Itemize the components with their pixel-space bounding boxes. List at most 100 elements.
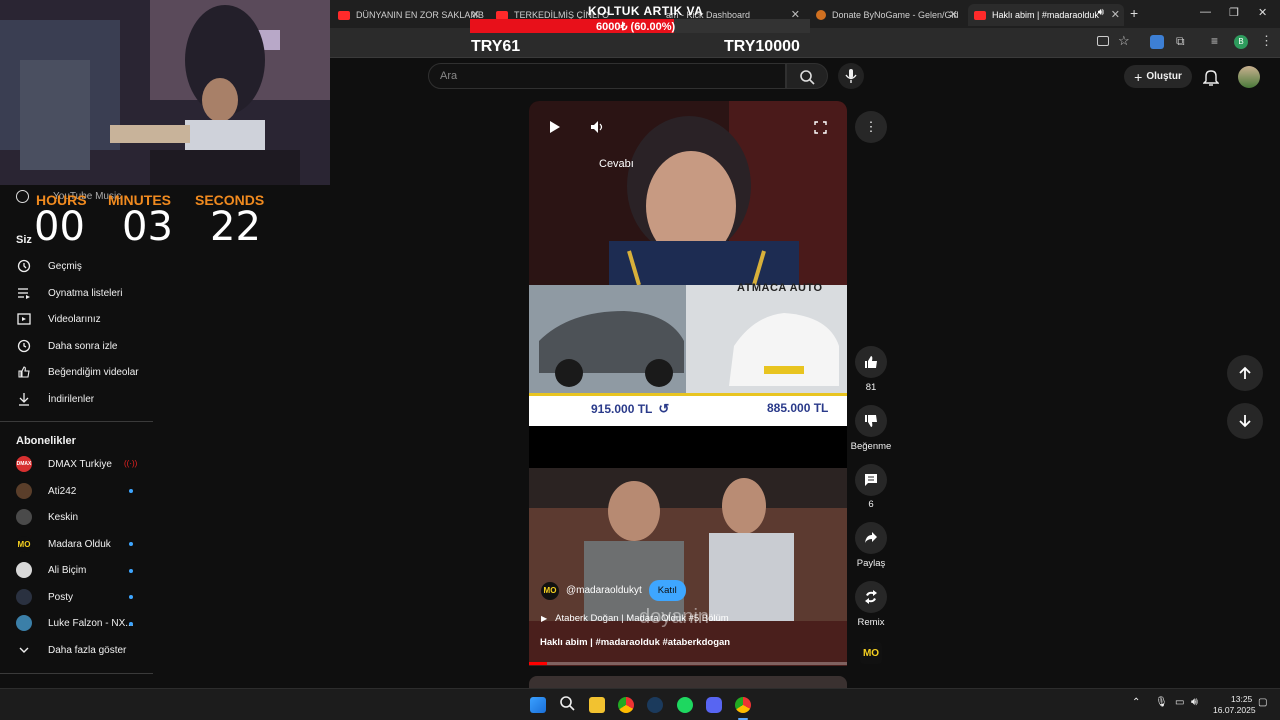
chrome-active-icon[interactable] bbox=[735, 697, 751, 713]
voice-search-button[interactable] bbox=[838, 63, 864, 89]
sidebar-item-downloads[interactable]: İndirilenler bbox=[16, 391, 94, 407]
clock-icon bbox=[16, 338, 32, 354]
windows-start-icon[interactable] bbox=[530, 697, 546, 713]
sidebar-item-label: DMAX Turkiye bbox=[48, 458, 112, 470]
price-left: 915.000 TL ↺ bbox=[591, 401, 670, 416]
minimize-button[interactable]: — bbox=[1200, 6, 1211, 18]
sidebar-sub-dmax[interactable]: DMAX DMAX Turkiye bbox=[16, 456, 112, 472]
tab-active-short[interactable]: Haklı abim | #madaraolduk 🔊︎ ✕ bbox=[968, 4, 1124, 26]
remix-label: Remix bbox=[857, 617, 885, 628]
account-avatar[interactable] bbox=[1238, 66, 1260, 88]
sidebar-item-label: Ali Biçim bbox=[48, 564, 87, 576]
create-button[interactable]: + Oluştur bbox=[1124, 65, 1192, 88]
search-button[interactable] bbox=[786, 63, 828, 89]
next-short-preview bbox=[529, 676, 847, 688]
spotify-icon[interactable] bbox=[677, 697, 693, 713]
mic-tray-icon[interactable]: 🎙︎ bbox=[1155, 697, 1168, 708]
sidebar-item-playlists[interactable]: Oynatma listeleri bbox=[16, 285, 122, 301]
install-icon[interactable] bbox=[1097, 36, 1109, 46]
progress-bar[interactable] bbox=[529, 662, 847, 665]
clock-date[interactable]: 16.07.2025 bbox=[1213, 705, 1256, 715]
taskbar-search-icon[interactable] bbox=[559, 695, 575, 716]
speaker-icon[interactable]: 🔊︎ bbox=[1098, 7, 1104, 18]
volume-tray-icon[interactable]: 🔊︎ bbox=[1191, 696, 1198, 709]
chrome-icon[interactable] bbox=[618, 697, 634, 713]
file-explorer-icon[interactable] bbox=[589, 697, 605, 713]
search-input[interactable]: Ara bbox=[428, 63, 786, 89]
sidebar-item-liked[interactable]: Beğendiğim videolar bbox=[16, 364, 139, 380]
sidebar-item-watch-later[interactable]: Daha sonra izle bbox=[16, 338, 117, 354]
channel-handle[interactable]: @madaraoldukyt bbox=[566, 585, 642, 596]
music-track[interactable]: ▶ Ataberk Doğan | Madara Olduk #5 Bölüm bbox=[541, 613, 729, 624]
history-icon: ↺ bbox=[658, 401, 670, 416]
microphone-icon bbox=[845, 69, 857, 83]
maximize-button[interactable]: ❐ bbox=[1229, 6, 1239, 19]
next-short-button[interactable] bbox=[1227, 403, 1263, 439]
sidebar-sub-ali-bicim[interactable]: Ali Biçim bbox=[16, 562, 86, 578]
profile-avatar[interactable]: B bbox=[1234, 35, 1248, 49]
sidebar-sub-ati242[interactable]: Ati242 bbox=[16, 483, 76, 499]
arrow-up-icon bbox=[1239, 366, 1251, 379]
share-button[interactable] bbox=[855, 522, 887, 554]
tray-chevron-icon[interactable]: ⌃ bbox=[1132, 697, 1140, 708]
sidebar-sub-luke[interactable]: Luke Falzon - NX... bbox=[16, 615, 134, 631]
download-icon bbox=[16, 391, 32, 407]
sidebar-item-label: Keskin bbox=[48, 511, 79, 523]
play-button[interactable] bbox=[549, 120, 561, 139]
notifications-icon[interactable] bbox=[1202, 68, 1220, 91]
fullscreen-icon bbox=[814, 121, 827, 134]
streamer-webcam-image bbox=[0, 0, 330, 185]
close-icon[interactable]: ✕ bbox=[1111, 8, 1120, 21]
sidebar-item-label: Ati242 bbox=[48, 485, 77, 497]
close-icon[interactable]: ✕ bbox=[949, 8, 958, 21]
sidebar-sub-madara[interactable]: MO Madara Olduk bbox=[16, 536, 111, 552]
sidebar-section-you[interactable]: Siz bbox=[16, 234, 32, 246]
sidebar-item-label: Posty bbox=[48, 591, 74, 603]
puzzle-icon[interactable]: ⧉ bbox=[1176, 34, 1185, 49]
sidebar-sub-keskin[interactable]: Keskin bbox=[16, 509, 78, 525]
channel-avatar bbox=[16, 483, 32, 499]
show-more-button[interactable]: Daha fazla göster bbox=[16, 642, 126, 658]
sidebar-item-label: Daha fazla göster bbox=[48, 644, 127, 656]
comments-button[interactable] bbox=[855, 464, 887, 496]
mute-button[interactable] bbox=[590, 120, 604, 139]
tab-saklambac[interactable]: DÜNYANIN EN ZOR SAKLAMBA ✕ bbox=[332, 4, 484, 26]
new-tab-button[interactable]: + bbox=[1130, 5, 1138, 21]
sound-channel-avatar[interactable]: MO bbox=[860, 642, 882, 664]
sidebar-sub-posty[interactable]: Posty bbox=[16, 589, 73, 605]
channel-avatar[interactable]: MO bbox=[541, 581, 559, 600]
short-video-player[interactable]: Cevabı ATMACA AUTO 915.000 TL ↺ 885.000 … bbox=[529, 101, 847, 666]
more-options-button[interactable]: ⋮ bbox=[855, 111, 887, 143]
sidebar-divider bbox=[0, 421, 153, 422]
media-control-icon[interactable]: ≡ bbox=[1211, 34, 1218, 48]
sidebar-item-history[interactable]: Geçmiş bbox=[16, 258, 82, 274]
fullscreen-button[interactable] bbox=[814, 121, 827, 139]
plus-icon: + bbox=[1134, 68, 1143, 85]
sidebar-item-your-videos[interactable]: Videolarınız bbox=[16, 311, 101, 327]
steam-icon[interactable] bbox=[647, 697, 663, 713]
bookmark-star-icon[interactable]: ☆ bbox=[1118, 33, 1130, 49]
extension-icon[interactable] bbox=[1150, 35, 1164, 49]
like-button[interactable] bbox=[855, 346, 887, 378]
tab-donate[interactable]: Donate ByNoGame - Gelen/Gid ✕ bbox=[810, 4, 962, 26]
donation-title: KOLTUK ARTIK VA bbox=[588, 4, 704, 18]
notification-bell-icon[interactable]: ▢ bbox=[1258, 697, 1267, 708]
share-icon bbox=[865, 532, 877, 543]
join-button[interactable]: Katıl bbox=[648, 580, 686, 601]
dislike-label: Beğenme bbox=[850, 441, 892, 452]
discord-icon[interactable] bbox=[706, 697, 722, 713]
previous-short-button[interactable] bbox=[1227, 355, 1263, 391]
progress-fill bbox=[529, 662, 547, 665]
window-close-button[interactable]: ✕ bbox=[1258, 6, 1267, 19]
clock-time[interactable]: 13:25 bbox=[1231, 694, 1252, 704]
sidebar-item-label: Beğendiğim videolar bbox=[48, 366, 139, 378]
network-icon[interactable]: ▭ bbox=[1175, 697, 1184, 708]
menu-kebab-icon[interactable]: ⋮ bbox=[1260, 33, 1273, 49]
remix-button[interactable] bbox=[855, 581, 887, 613]
sidebar-item-label: Luke Falzon - NX... bbox=[48, 617, 134, 629]
thumbs-down-icon bbox=[865, 415, 877, 427]
dislike-button[interactable] bbox=[855, 405, 887, 437]
create-label: Oluştur bbox=[1146, 71, 1182, 82]
subscriptions-title: Abonelikler bbox=[16, 435, 76, 447]
search-icon bbox=[800, 70, 815, 85]
